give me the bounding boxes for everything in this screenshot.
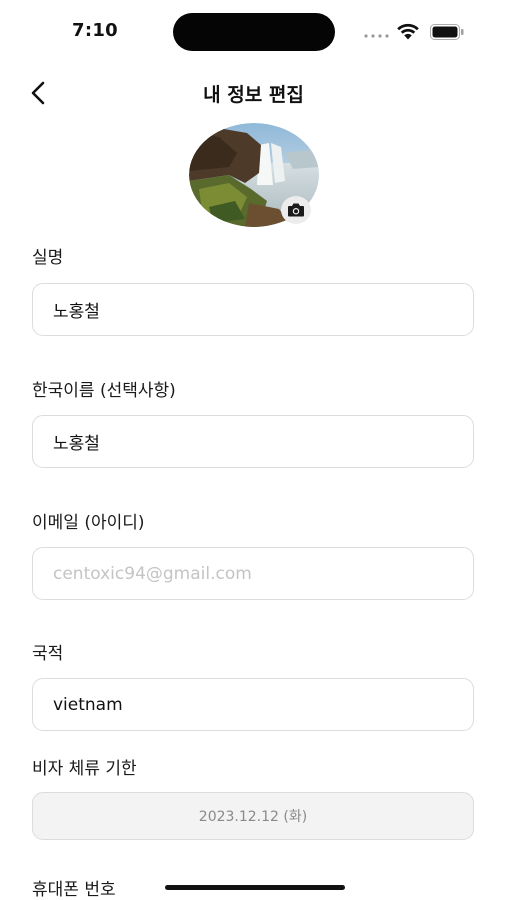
email-input[interactable]: centoxic94@gmail.com	[32, 547, 474, 600]
dynamic-island	[173, 13, 335, 51]
camera-icon	[288, 203, 304, 217]
korean-name-input[interactable]: 노홍철	[32, 415, 474, 468]
email-label: 이메일 (아이디)	[32, 513, 145, 533]
cellular-signal-icon	[364, 34, 389, 38]
visa-expiry-date-picker[interactable]: 2023.12.12 (화)	[32, 792, 474, 840]
nav-bar: 내 정보 편집	[0, 68, 507, 118]
status-time: 7:10	[72, 20, 118, 41]
visa-expiry-label: 비자 체류 기한	[32, 759, 137, 779]
real-name-input[interactable]: 노홍철	[32, 283, 474, 336]
change-photo-button[interactable]	[281, 196, 311, 224]
nationality-label: 국적	[32, 644, 64, 664]
home-indicator	[165, 885, 345, 890]
page-title: 내 정보 편집	[203, 84, 304, 106]
wifi-icon	[397, 23, 419, 40]
phone-label: 휴대폰 번호	[32, 880, 116, 900]
real-name-label: 실명	[32, 248, 64, 268]
battery-icon	[430, 24, 464, 40]
korean-name-label: 한국이름 (선택사항)	[32, 381, 176, 401]
nationality-input[interactable]: vietnam	[32, 678, 474, 731]
status-bar: 7:10	[0, 0, 507, 62]
